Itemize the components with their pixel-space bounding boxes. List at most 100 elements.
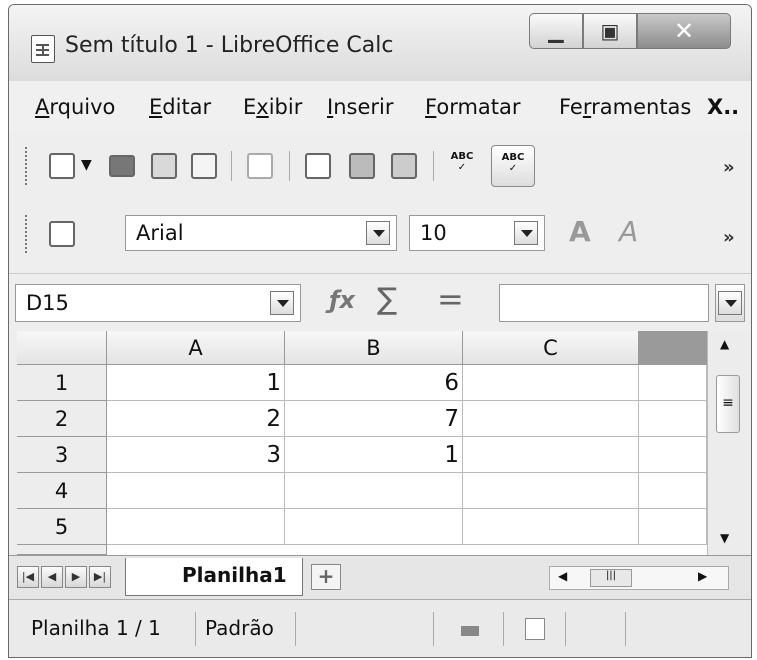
cell-a1[interactable]: 1	[107, 365, 285, 401]
toolbar-grip-icon[interactable]	[25, 147, 31, 185]
cell-c1[interactable]	[463, 365, 639, 401]
scroll-down-icon[interactable]: ▼	[720, 531, 729, 545]
menu-exibir[interactable]: Exibir	[243, 95, 302, 119]
scroll-thumb[interactable]: ≡	[716, 375, 740, 433]
cell-d2[interactable]	[639, 401, 707, 437]
sheet-tab-planilha1[interactable]: Planilha1	[125, 558, 303, 596]
column-header-a[interactable]: A	[107, 331, 285, 365]
open-folder-icon[interactable]	[109, 155, 135, 177]
row-header[interactable]: 3	[17, 437, 107, 473]
toolbar-overflow-icon[interactable]: »	[723, 157, 735, 178]
vertical-scrollbar[interactable]: ▲ ≡ ▼	[707, 331, 751, 555]
row-header[interactable]: 2	[17, 401, 107, 437]
cell-b1[interactable]: 6	[285, 365, 463, 401]
maximize-icon: ▣	[600, 19, 620, 43]
minimize-button[interactable]: ▁	[529, 13, 583, 49]
close-icon: ✕	[673, 17, 695, 45]
email-icon[interactable]	[191, 153, 217, 179]
cell-b2[interactable]: 7	[285, 401, 463, 437]
sum-icon[interactable]: ∑	[377, 282, 397, 317]
calc-app-icon	[31, 35, 55, 63]
save-icon[interactable]	[151, 153, 177, 179]
row-header[interactable]: 5	[17, 509, 107, 545]
page-style[interactable]: Padrão	[205, 616, 274, 640]
menu-overflow[interactable]: X..	[707, 95, 739, 119]
close-button[interactable]: ✕	[637, 13, 731, 49]
shrink-font-icon[interactable]: A	[619, 215, 638, 248]
scroll-up-icon[interactable]: ▲	[720, 337, 729, 351]
name-box[interactable]: D15	[15, 284, 301, 322]
edit-file-icon[interactable]	[247, 153, 273, 179]
cell-a4[interactable]	[107, 473, 285, 509]
status-divider	[195, 612, 196, 646]
horizontal-scroll-thumb[interactable]: |||	[590, 569, 632, 587]
row-header[interactable]: 1	[17, 365, 107, 401]
expand-formula-button[interactable]	[715, 284, 745, 322]
grow-font-icon[interactable]: A	[569, 215, 591, 248]
autospellcheck-icon[interactable]: ABC ✓	[491, 145, 535, 187]
menu-inserir[interactable]: Inserir	[327, 95, 393, 119]
cell-c4[interactable]	[463, 473, 639, 509]
cell-c3[interactable]	[463, 437, 639, 473]
formula-input[interactable]	[499, 284, 709, 322]
cell-d5[interactable]	[639, 509, 707, 545]
maximize-button[interactable]: ▣	[583, 13, 637, 49]
chevron-down-icon[interactable]	[366, 221, 390, 245]
scroll-right-icon[interactable]: ▶	[698, 569, 707, 583]
formula-bar: D15 ƒx ∑ =	[9, 273, 751, 332]
font-size-combo[interactable]: 10	[409, 215, 545, 251]
function-equals-icon[interactable]: =	[437, 280, 464, 318]
cell-b4[interactable]	[285, 473, 463, 509]
cell-c5[interactable]	[463, 509, 639, 545]
cell-b3[interactable]: 1	[285, 437, 463, 473]
scroll-left-icon[interactable]: ◀	[558, 569, 567, 583]
menu-formatar[interactable]: Formatar	[425, 95, 521, 119]
cell-d1[interactable]	[639, 365, 707, 401]
cell-c2[interactable]	[463, 401, 639, 437]
new-document-icon[interactable]	[49, 153, 75, 179]
toolbar-grip-icon[interactable]	[25, 215, 31, 253]
prev-sheet-icon[interactable]: ◀	[41, 566, 63, 588]
status-divider	[503, 612, 504, 646]
cell-d4[interactable]	[639, 473, 707, 509]
minimize-icon: ▁	[548, 19, 564, 43]
add-sheet-icon[interactable]: +	[311, 564, 341, 590]
spreadsheet-grid[interactable]: A B C 1 1 6 2 2 7 3 3 1 4 5	[17, 331, 707, 555]
window-controls: ▁ ▣ ✕	[529, 13, 731, 51]
select-all-corner[interactable]	[17, 331, 107, 365]
row-header[interactable]	[17, 545, 107, 555]
chevron-down-icon[interactable]	[514, 221, 538, 245]
horizontal-scrollbar[interactable]: ◀ ||| ▶	[549, 566, 729, 590]
menu-editar[interactable]: Editar	[149, 95, 211, 119]
print-preview-icon[interactable]	[391, 153, 417, 179]
menu-ferramentas[interactable]: Ferramentas	[559, 95, 691, 119]
column-header-c[interactable]: C	[463, 331, 639, 365]
font-size-value: 10	[420, 221, 447, 245]
selection-mode-icon[interactable]	[461, 626, 479, 636]
column-header-b[interactable]: B	[285, 331, 463, 365]
menu-arquivo[interactable]: Arquivo	[35, 95, 115, 119]
font-name-value: Arial	[136, 221, 184, 245]
standard-toolbar: ▼ ABC ✓ ABC ✓ »	[9, 133, 751, 199]
column-header-d[interactable]	[639, 331, 707, 365]
print-icon[interactable]	[349, 153, 375, 179]
font-name-combo[interactable]: Arial	[125, 215, 397, 251]
first-sheet-icon[interactable]: |◀	[17, 566, 39, 588]
cell-b5[interactable]	[285, 509, 463, 545]
function-wizard-icon[interactable]: ƒx	[329, 286, 355, 314]
spellcheck-icon[interactable]: ABC ✓	[447, 151, 477, 173]
cell-a2[interactable]: 2	[107, 401, 285, 437]
export-pdf-icon[interactable]	[305, 153, 331, 179]
cell-d3[interactable]	[639, 437, 707, 473]
next-sheet-icon[interactable]: ▶	[65, 566, 87, 588]
toolbar-overflow-icon[interactable]: »	[723, 227, 735, 248]
row-header[interactable]: 4	[17, 473, 107, 509]
document-modified-icon	[525, 618, 545, 640]
new-dropdown-icon[interactable]: ▼	[81, 157, 92, 173]
cell-a3[interactable]: 3	[107, 437, 285, 473]
cell-a5[interactable]	[107, 509, 285, 545]
styles-icon[interactable]	[49, 221, 75, 247]
status-divider	[433, 612, 434, 646]
last-sheet-icon[interactable]: ▶|	[89, 566, 111, 588]
chevron-down-icon[interactable]	[270, 291, 294, 315]
